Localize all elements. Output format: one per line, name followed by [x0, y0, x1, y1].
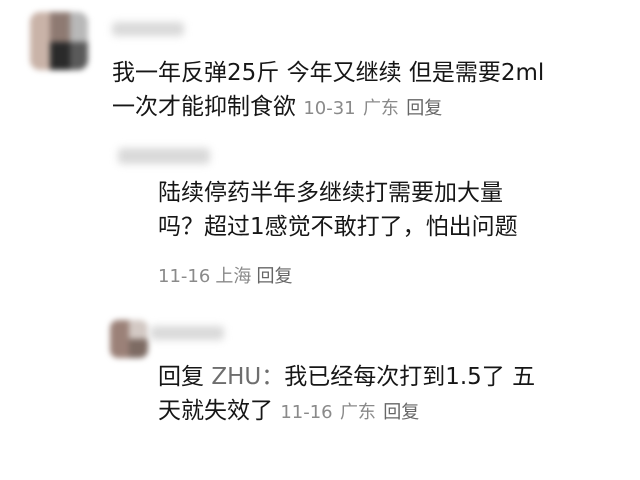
username-blurred[interactable] [150, 326, 224, 340]
comment-line: 我一年反弹25斤 今年又继续 但是需要2ml [112, 60, 545, 86]
comment-line: 回复 ZHU：我已经每次打到1.5了 五 [158, 360, 535, 394]
avatar[interactable] [110, 320, 148, 358]
mention-username[interactable]: ZHU： [211, 364, 284, 390]
comment-date: 11-16 [280, 402, 333, 423]
username-blurred[interactable] [118, 148, 210, 164]
comment-date: 10-31 [303, 98, 356, 119]
username-blurred[interactable] [112, 22, 184, 36]
reply-prefix: 回复 [158, 364, 204, 390]
comment-date: 11-16 [158, 266, 211, 287]
comment-text: 回复 ZHU：我已经每次打到1.5了 五 天就失效了 11-16 广东 回复 [158, 360, 535, 430]
avatar[interactable] [30, 12, 88, 70]
comment-line: 吗？超过1感觉不敢打了，怕出问题 [158, 214, 518, 240]
comment-text: 陆续停药半年多继续打需要加大量 吗？超过1感觉不敢打了，怕出问题 [158, 176, 518, 244]
comment-line-text: 我已经每次打到1.5了 五 [284, 364, 536, 390]
comment-line: 一次才能抑制食欲 10-31 广东 回复 [112, 90, 544, 126]
comment-location: 上海 [215, 266, 252, 287]
reply-button[interactable]: 回复 [406, 98, 442, 119]
comment-line: 陆续停药半年多继续打需要加大量 [158, 180, 503, 206]
comment-text: 我一年反弹25斤 今年又继续 但是需要2ml 一次才能抑制食欲 10-31 广东… [112, 56, 544, 126]
comment-meta: 11-16 上海 回复 [158, 262, 293, 288]
reply-button[interactable]: 回复 [257, 266, 293, 287]
comment-line-text: 一次才能抑制食欲 [112, 94, 296, 120]
comment-location: 广东 [339, 402, 376, 423]
comment-line: 天就失效了 11-16 广东 回复 [158, 394, 535, 430]
comment-location: 广东 [362, 98, 399, 119]
comment-line-text: 天就失效了 [158, 398, 273, 424]
reply-button[interactable]: 回复 [383, 402, 419, 423]
